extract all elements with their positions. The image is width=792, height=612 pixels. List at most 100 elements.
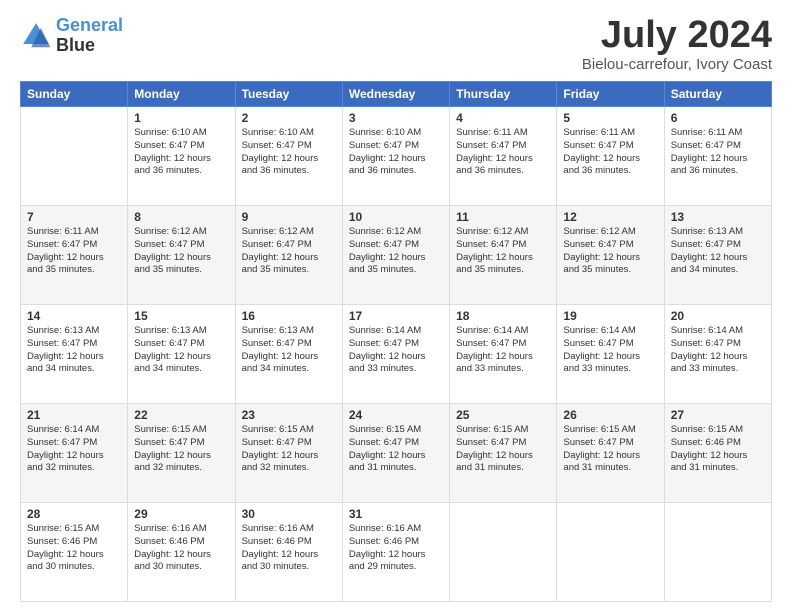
weekday-header-friday: Friday xyxy=(557,82,664,107)
calendar-cell: 12 Sunrise: 6:12 AM Sunset: 6:47 PM Dayli… xyxy=(557,206,664,305)
calendar-cell: 13Sunrise: 6:13 AM Sunset: 6:47 PM Dayli… xyxy=(664,206,771,305)
calendar-cell: 1Sunrise: 6:10 AM Sunset: 6:47 PM Daylig… xyxy=(128,107,235,206)
day-number: 27 xyxy=(671,408,765,422)
day-number: 19 xyxy=(563,309,657,323)
week-row-2: 7 Sunrise: 6:11 AM Sunset: 6:47 PM Daylig… xyxy=(21,206,772,305)
week-row-5: 28Sunrise: 6:15 AM Sunset: 6:46 PM Dayli… xyxy=(21,503,772,602)
day-number: 12 xyxy=(563,210,657,224)
month-title: July 2024 xyxy=(582,16,772,54)
calendar-cell: 27 Sunrise: 6:15 AM Sunset: 6:46 PM Dayli… xyxy=(664,404,771,503)
weekday-header-sunday: Sunday xyxy=(21,82,128,107)
calendar-cell: 14Sunrise: 6:13 AM Sunset: 6:47 PM Dayli… xyxy=(21,305,128,404)
day-info: Sunrise: 6:11 AM Sunset: 6:47 PM Dayligh… xyxy=(456,127,550,178)
calendar-cell: 31 Sunrise: 6:16 AM Sunset: 6:46 PM Dayli… xyxy=(342,503,449,602)
calendar-cell: 25 Sunrise: 6:15 AM Sunset: 6:47 PM Dayli… xyxy=(450,404,557,503)
day-info: Sunrise: 6:15 AM Sunset: 6:46 PM Dayligh… xyxy=(27,523,121,574)
day-info: Sunrise: 6:14 AM Sunset: 6:47 PM Dayligh… xyxy=(563,325,657,376)
calendar-cell xyxy=(664,503,771,602)
calendar-cell: 2 Sunrise: 6:10 AM Sunset: 6:47 PM Daylig… xyxy=(235,107,342,206)
week-row-1: 1Sunrise: 6:10 AM Sunset: 6:47 PM Daylig… xyxy=(21,107,772,206)
day-info: Sunrise: 6:10 AM Sunset: 6:47 PM Dayligh… xyxy=(134,127,228,178)
day-number: 2 xyxy=(242,111,336,125)
calendar-cell: 10 Sunrise: 6:12 AM Sunset: 6:47 PM Dayli… xyxy=(342,206,449,305)
day-number: 24 xyxy=(349,408,443,422)
calendar-cell: 7 Sunrise: 6:11 AM Sunset: 6:47 PM Daylig… xyxy=(21,206,128,305)
day-number: 25 xyxy=(456,408,550,422)
day-number: 20 xyxy=(671,309,765,323)
calendar-table: SundayMondayTuesdayWednesdayThursdayFrid… xyxy=(20,81,772,602)
day-info: Sunrise: 6:14 AM Sunset: 6:47 PM Dayligh… xyxy=(27,424,121,475)
calendar-cell: 26 Sunrise: 6:15 AM Sunset: 6:47 PM Dayli… xyxy=(557,404,664,503)
day-info: Sunrise: 6:15 AM Sunset: 6:47 PM Dayligh… xyxy=(242,424,336,475)
calendar-cell: 5 Sunrise: 6:11 AM Sunset: 6:47 PM Daylig… xyxy=(557,107,664,206)
day-number: 23 xyxy=(242,408,336,422)
day-number: 31 xyxy=(349,507,443,521)
day-number: 11 xyxy=(456,210,550,224)
day-number: 26 xyxy=(563,408,657,422)
day-info: Sunrise: 6:15 AM Sunset: 6:47 PM Dayligh… xyxy=(456,424,550,475)
day-info: Sunrise: 6:11 AM Sunset: 6:47 PM Dayligh… xyxy=(563,127,657,178)
day-number: 4 xyxy=(456,111,550,125)
day-number: 17 xyxy=(349,309,443,323)
page: General Blue July 2024 Bielou-carrefour,… xyxy=(0,0,792,612)
calendar-cell: 23 Sunrise: 6:15 AM Sunset: 6:47 PM Dayli… xyxy=(235,404,342,503)
logo-icon xyxy=(20,20,52,52)
day-number: 10 xyxy=(349,210,443,224)
day-info: Sunrise: 6:15 AM Sunset: 6:46 PM Dayligh… xyxy=(671,424,765,475)
day-number: 29 xyxy=(134,507,228,521)
day-number: 14 xyxy=(27,309,121,323)
day-info: Sunrise: 6:14 AM Sunset: 6:47 PM Dayligh… xyxy=(456,325,550,376)
weekday-header-tuesday: Tuesday xyxy=(235,82,342,107)
day-number: 7 xyxy=(27,210,121,224)
calendar-cell: 22Sunrise: 6:15 AM Sunset: 6:47 PM Dayli… xyxy=(128,404,235,503)
day-number: 5 xyxy=(563,111,657,125)
location: Bielou-carrefour, Ivory Coast xyxy=(582,56,772,73)
calendar-cell: 17 Sunrise: 6:14 AM Sunset: 6:47 PM Dayli… xyxy=(342,305,449,404)
calendar-cell: 18Sunrise: 6:14 AM Sunset: 6:47 PM Dayli… xyxy=(450,305,557,404)
weekday-header-row: SundayMondayTuesdayWednesdayThursdayFrid… xyxy=(21,82,772,107)
day-info: Sunrise: 6:13 AM Sunset: 6:47 PM Dayligh… xyxy=(134,325,228,376)
day-info: Sunrise: 6:10 AM Sunset: 6:47 PM Dayligh… xyxy=(242,127,336,178)
calendar-cell xyxy=(557,503,664,602)
day-info: Sunrise: 6:10 AM Sunset: 6:47 PM Dayligh… xyxy=(349,127,443,178)
day-info: Sunrise: 6:12 AM Sunset: 6:47 PM Dayligh… xyxy=(349,226,443,277)
day-info: Sunrise: 6:12 AM Sunset: 6:47 PM Dayligh… xyxy=(563,226,657,277)
day-info: Sunrise: 6:12 AM Sunset: 6:47 PM Dayligh… xyxy=(242,226,336,277)
day-info: Sunrise: 6:12 AM Sunset: 6:47 PM Dayligh… xyxy=(456,226,550,277)
day-number: 3 xyxy=(349,111,443,125)
calendar-cell: 29Sunrise: 6:16 AM Sunset: 6:46 PM Dayli… xyxy=(128,503,235,602)
day-info: Sunrise: 6:15 AM Sunset: 6:47 PM Dayligh… xyxy=(134,424,228,475)
day-info: Sunrise: 6:12 AM Sunset: 6:47 PM Dayligh… xyxy=(134,226,228,277)
weekday-header-saturday: Saturday xyxy=(664,82,771,107)
day-info: Sunrise: 6:11 AM Sunset: 6:47 PM Dayligh… xyxy=(27,226,121,277)
calendar-cell: 21Sunrise: 6:14 AM Sunset: 6:47 PM Dayli… xyxy=(21,404,128,503)
day-info: Sunrise: 6:15 AM Sunset: 6:47 PM Dayligh… xyxy=(349,424,443,475)
day-info: Sunrise: 6:13 AM Sunset: 6:47 PM Dayligh… xyxy=(242,325,336,376)
day-number: 15 xyxy=(134,309,228,323)
day-number: 9 xyxy=(242,210,336,224)
calendar-cell: 30Sunrise: 6:16 AM Sunset: 6:46 PM Dayli… xyxy=(235,503,342,602)
day-info: Sunrise: 6:16 AM Sunset: 6:46 PM Dayligh… xyxy=(242,523,336,574)
calendar-cell: 3 Sunrise: 6:10 AM Sunset: 6:47 PM Daylig… xyxy=(342,107,449,206)
title-block: July 2024 Bielou-carrefour, Ivory Coast xyxy=(582,16,772,73)
weekday-header-monday: Monday xyxy=(128,82,235,107)
calendar-cell: 16 Sunrise: 6:13 AM Sunset: 6:47 PM Dayli… xyxy=(235,305,342,404)
logo-text: General Blue xyxy=(56,16,123,56)
day-number: 13 xyxy=(671,210,765,224)
week-row-3: 14 Sunrise: 6:13 AM Sunset: 6:47 PM Dayli… xyxy=(21,305,772,404)
calendar-cell: 4 Sunrise: 6:11 AM Sunset: 6:47 PM Daylig… xyxy=(450,107,557,206)
calendar-cell xyxy=(21,107,128,206)
day-number: 8 xyxy=(134,210,228,224)
calendar-cell: 8 Sunrise: 6:12 AM Sunset: 6:47 PM Daylig… xyxy=(128,206,235,305)
weekday-header-wednesday: Wednesday xyxy=(342,82,449,107)
week-row-4: 21Sunrise: 6:14 AM Sunset: 6:47 PM Dayli… xyxy=(21,404,772,503)
header: General Blue July 2024 Bielou-carrefour,… xyxy=(20,16,772,73)
day-info: Sunrise: 6:15 AM Sunset: 6:47 PM Dayligh… xyxy=(563,424,657,475)
day-info: Sunrise: 6:14 AM Sunset: 6:47 PM Dayligh… xyxy=(349,325,443,376)
day-info: Sunrise: 6:14 AM Sunset: 6:47 PM Dayligh… xyxy=(671,325,765,376)
day-number: 6 xyxy=(671,111,765,125)
calendar-cell: 15 Sunrise: 6:13 AM Sunset: 6:47 PM Dayli… xyxy=(128,305,235,404)
calendar-cell xyxy=(450,503,557,602)
day-info: Sunrise: 6:16 AM Sunset: 6:46 PM Dayligh… xyxy=(349,523,443,574)
day-number: 16 xyxy=(242,309,336,323)
